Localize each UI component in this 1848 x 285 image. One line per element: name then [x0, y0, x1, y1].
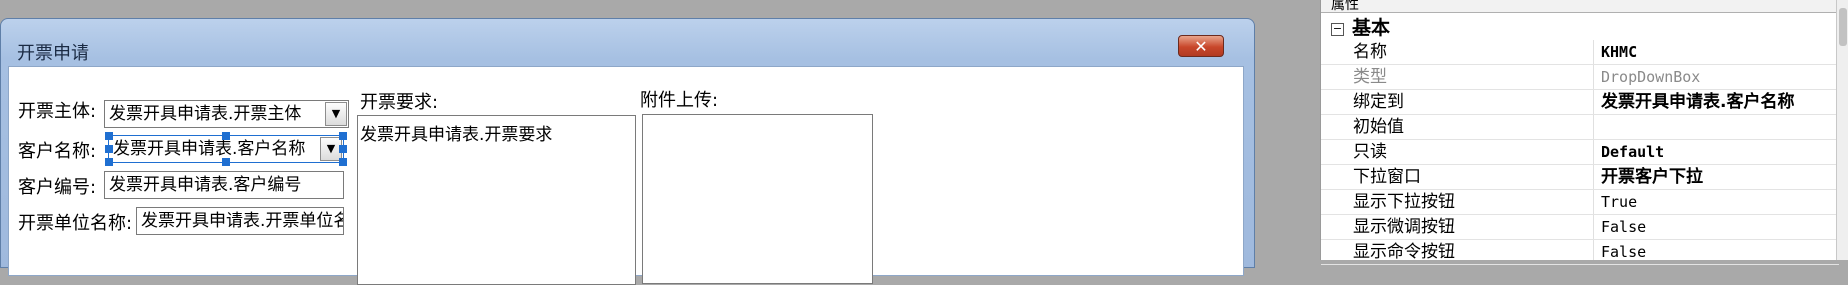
property-value[interactable]: False — [1601, 215, 1837, 240]
property-panel: 属性 − 基本 名称 KHMC 类型 DropDownBox 绑定到 发票开具申请… — [1320, 0, 1848, 265]
requirement-label: 开票要求: — [360, 92, 439, 113]
dialog-title: 开票申请 — [17, 43, 89, 64]
property-name: 类型 — [1353, 67, 1387, 87]
unit-name-value: 发票开具申请表.开票单位名称 — [141, 211, 343, 231]
property-value[interactable]: True — [1601, 190, 1837, 215]
property-value[interactable]: KHMC — [1601, 40, 1837, 65]
property-row[interactable]: 只读 Default — [1321, 140, 1839, 165]
subject-label: 开票主体: — [18, 101, 97, 122]
selection-handle[interactable] — [339, 158, 347, 166]
customer-name-value: 发票开具申请表.客户名称 — [113, 139, 306, 159]
property-name: 下拉窗口 — [1353, 167, 1421, 187]
chevron-down-icon: ▼ — [331, 107, 341, 120]
chevron-down-icon: ▼ — [326, 142, 336, 155]
customer-code-label: 客户编号: — [18, 177, 97, 198]
property-name: 只读 — [1353, 142, 1387, 162]
customer-code-input[interactable]: 发票开具申请表.客户编号 — [104, 171, 344, 199]
selection-handle[interactable] — [339, 132, 347, 140]
scrollbar-thumb[interactable] — [1839, 8, 1847, 46]
customer-code-value: 发票开具申请表.客户编号 — [109, 175, 302, 195]
subject-value: 发票开具申请表.开票主体 — [109, 104, 302, 124]
requirement-value: 发票开具申请表.开票要求 — [360, 125, 553, 145]
property-row[interactable]: 名称 KHMC — [1321, 40, 1839, 65]
property-name: 绑定到 — [1353, 92, 1404, 112]
property-name: 初始值 — [1353, 117, 1404, 137]
unit-name-label: 开票单位名称: — [18, 213, 133, 234]
subject-dropdown-button[interactable]: ▼ — [325, 102, 347, 126]
close-button[interactable]: ✕ — [1178, 35, 1224, 57]
selection-handle[interactable] — [105, 158, 113, 166]
customer-name-label: 客户名称: — [18, 141, 97, 162]
selection-handle[interactable] — [339, 145, 347, 153]
selection-handle[interactable] — [105, 132, 113, 140]
vertical-scrollbar[interactable] — [1836, 0, 1848, 260]
property-value[interactable]: False — [1601, 240, 1837, 265]
property-panel-header: 属性 — [1321, 0, 1846, 13]
property-category-basic[interactable]: − 基本 — [1331, 16, 1390, 40]
property-row[interactable]: 初始值 — [1321, 115, 1839, 140]
unit-name-input[interactable]: 发票开具申请表.开票单位名称 — [136, 207, 344, 235]
property-value[interactable]: 发票开具申请表.客户名称 — [1601, 90, 1837, 115]
property-name: 显示命令按钮 — [1353, 242, 1455, 262]
property-name: 显示微调按钮 — [1353, 217, 1455, 237]
property-value[interactable]: DropDownBox — [1601, 65, 1837, 90]
property-value[interactable]: 开票客户下拉 — [1601, 165, 1837, 190]
attachment-label: 附件上传: — [640, 90, 719, 111]
selection-handle[interactable] — [222, 158, 230, 166]
property-row[interactable]: 绑定到 发票开具申请表.客户名称 — [1321, 90, 1839, 115]
property-row[interactable]: 下拉窗口 开票客户下拉 — [1321, 165, 1839, 190]
dialog-client-area: 开票主体: 发票开具申请表.开票主体 ▼ 客户名称: 发票开具申请表.客户名称 … — [8, 66, 1244, 285]
property-name: 名称 — [1353, 42, 1387, 62]
property-name: 显示下拉按钮 — [1353, 192, 1455, 212]
selection-handle[interactable] — [222, 132, 230, 140]
invoice-request-dialog: 开票申请 ✕ 开票主体: 发票开具申请表.开票主体 ▼ 客户名称: 发票开具申请… — [0, 18, 1255, 285]
property-value[interactable]: Default — [1601, 140, 1837, 165]
category-label: 基本 — [1352, 17, 1391, 39]
collapse-icon[interactable]: − — [1331, 23, 1344, 36]
attachment-upload-box[interactable] — [642, 114, 873, 284]
property-row[interactable]: 类型 DropDownBox — [1321, 65, 1839, 90]
property-row[interactable]: 显示微调按钮 False — [1321, 215, 1839, 240]
property-row[interactable]: 显示命令按钮 False — [1321, 240, 1839, 265]
selection-handle[interactable] — [105, 145, 113, 153]
property-row[interactable]: 显示下拉按钮 True — [1321, 190, 1839, 215]
subject-dropdown[interactable]: 发票开具申请表.开票主体 ▼ — [104, 100, 349, 128]
